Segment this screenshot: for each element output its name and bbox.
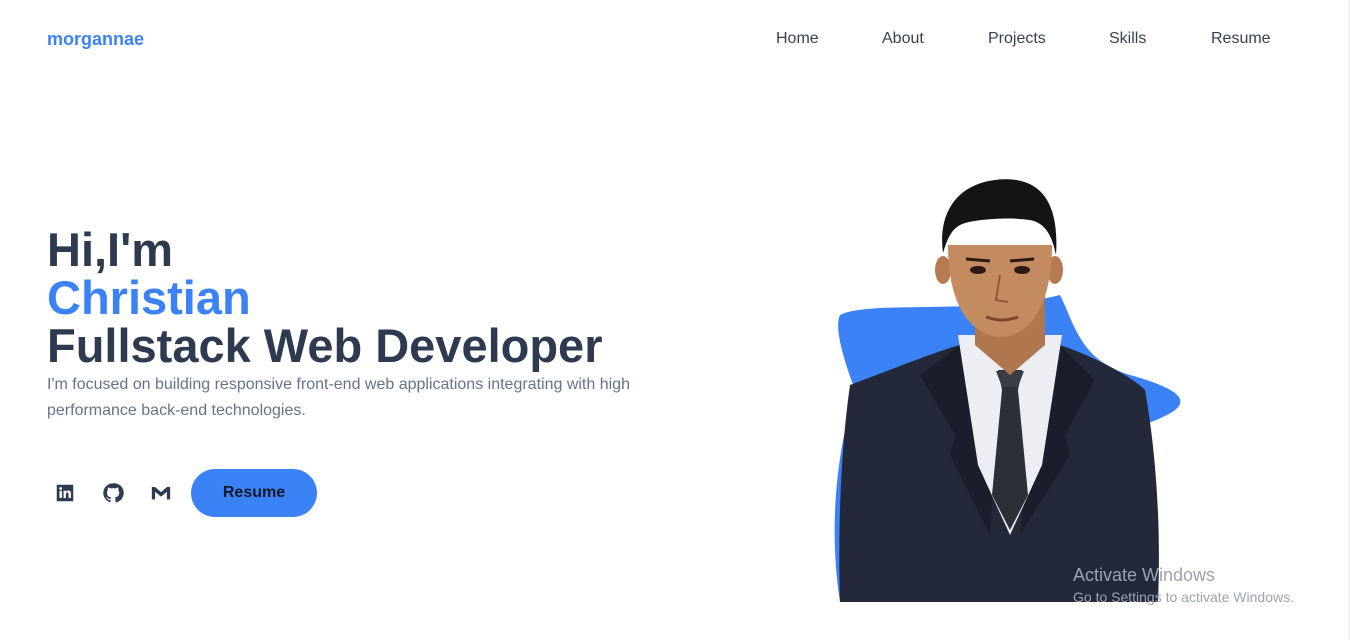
resume-button[interactable]: Resume	[191, 469, 317, 517]
hero-name: Christian	[47, 271, 251, 324]
nav-home[interactable]: Home	[776, 30, 819, 48]
hero-section: Hi,I'm Christian Fullstack Web Developer…	[47, 226, 687, 424]
nav-about[interactable]: About	[882, 30, 924, 48]
nav-resume[interactable]: Resume	[1211, 30, 1271, 48]
social-links	[53, 469, 197, 517]
nav-skills[interactable]: Skills	[1109, 30, 1146, 48]
main-nav: Home About Projects Skills Resume	[0, 30, 1350, 50]
gmail-icon[interactable]	[149, 481, 173, 505]
github-icon[interactable]	[101, 481, 125, 505]
windows-activation-watermark: Activate Windows Go to Settings to activ…	[1073, 565, 1294, 607]
watermark-subtitle: Go to Settings to activate Windows.	[1073, 589, 1294, 605]
nav-projects[interactable]: Projects	[988, 30, 1046, 48]
profile-portrait	[830, 175, 1190, 602]
hero-greeting: Hi,I'm	[47, 223, 174, 276]
watermark-title: Activate Windows	[1073, 565, 1216, 585]
hero-heading: Hi,I'm Christian Fullstack Web Developer	[47, 226, 687, 370]
hero-description: I'm focused on building responsive front…	[47, 376, 630, 419]
hair	[942, 179, 1057, 255]
hero-role: Fullstack Web Developer	[47, 319, 603, 372]
linkedin-icon[interactable]	[53, 481, 77, 505]
